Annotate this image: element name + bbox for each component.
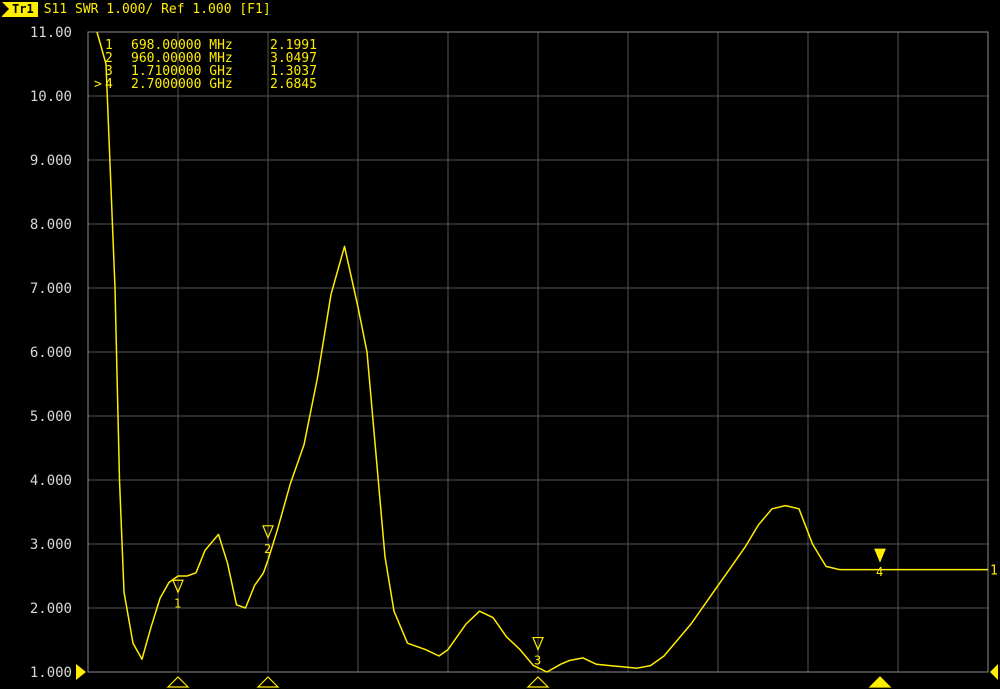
- y-tick-label: 4.000: [30, 473, 72, 489]
- y-tick-label: 5.000: [30, 409, 72, 425]
- marker-2-axis-indicator[interactable]: [256, 676, 280, 688]
- active-marker-indicator: >: [94, 77, 102, 92]
- marker-4-axis-indicator[interactable]: [868, 676, 892, 688]
- trace-end-label: 1: [990, 564, 998, 579]
- marker-3-axis-indicator[interactable]: [526, 676, 550, 688]
- marker-1-label: 1: [174, 596, 181, 610]
- swr-chart: 11.00 10.00 9.000 8.000 7.000 6.000 5.000 4.000…: [30, 25, 998, 688]
- marker-1-axis-indicator[interactable]: [166, 676, 190, 688]
- y-tick-label: 10.00: [30, 89, 72, 105]
- y-tick-label: 8.000: [30, 217, 72, 233]
- y-tick-label: 7.000: [30, 281, 72, 297]
- marker-readout-id: 4: [105, 77, 113, 92]
- y-tick-label: 11.00: [30, 25, 72, 41]
- reference-level-marker-right: [990, 664, 998, 680]
- y-tick-label: 1.000: [30, 665, 72, 681]
- reference-level-marker[interactable]: [76, 664, 86, 680]
- y-tick-label: 2.000: [30, 601, 72, 617]
- y-tick-label: 9.000: [30, 153, 72, 169]
- marker-readout-value: 2.6845: [270, 77, 317, 92]
- marker-4-triangle[interactable]: [874, 548, 886, 563]
- y-tick-label: 6.000: [30, 345, 72, 361]
- marker-3-label: 3: [534, 654, 541, 668]
- marker-readout-frequency: 2.7000000 GHz: [131, 77, 233, 92]
- marker-4-label: 4: [876, 565, 883, 579]
- y-tick-label: 3.000: [30, 537, 72, 553]
- marker-2-label: 2: [264, 542, 271, 556]
